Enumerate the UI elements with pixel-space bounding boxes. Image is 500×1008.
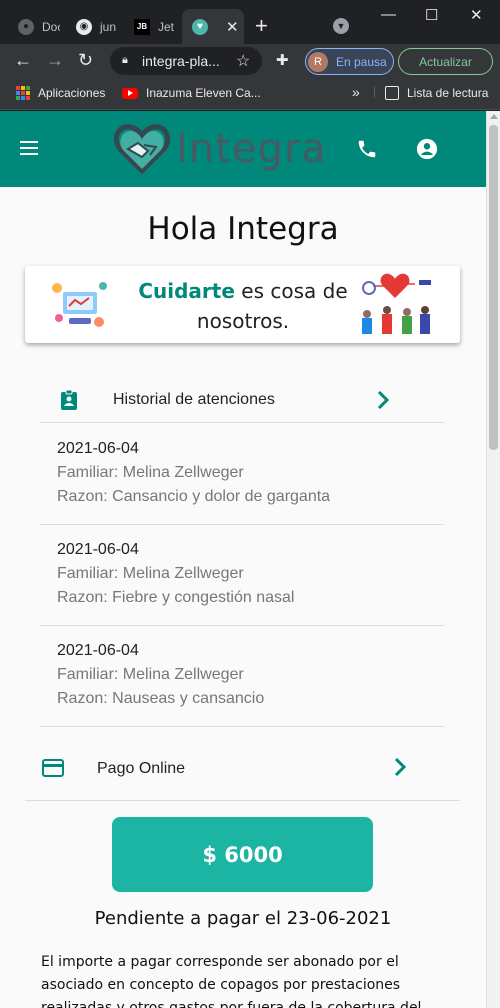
maximize-icon[interactable]: ☐ xyxy=(425,6,438,24)
forward-icon[interactable]: → xyxy=(46,50,64,70)
tab-search-icon[interactable]: ▼ xyxy=(333,18,349,34)
online-payment-row[interactable]: Pago Online xyxy=(25,746,460,801)
update-button[interactable]: Actualizar xyxy=(398,48,493,75)
healthcare-illustration-right xyxy=(362,273,431,334)
browser-tab-bar: ● Doc ◉ jun JB Jet ♥ ✕ + ▼ — ☐ ✕ xyxy=(0,0,500,44)
close-tab-icon[interactable]: ✕ xyxy=(226,18,239,36)
reading-list[interactable]: Lista de lectura xyxy=(385,86,488,100)
minimize-icon[interactable]: — xyxy=(381,6,396,23)
tab-github[interactable]: ◉ jun xyxy=(68,9,120,44)
lock-icon: 🔒︎ xyxy=(122,54,128,66)
tab-jetbrains[interactable]: JB Jet xyxy=(126,9,176,44)
close-window-icon[interactable]: ✕ xyxy=(470,6,483,24)
credit-card-icon xyxy=(42,759,64,777)
payment-disclaimer: El importe a pagar corresponde ser abona… xyxy=(41,954,422,1008)
more-bookmarks-chevron[interactable]: » xyxy=(352,84,360,100)
chevron-right-icon[interactable] xyxy=(376,389,390,411)
profile-button[interactable]: R En pausa xyxy=(305,48,394,75)
app-header: Integra xyxy=(0,111,486,187)
bookmark-apps[interactable]: Aplicaciones xyxy=(16,86,105,100)
history-item[interactable]: 2021-06-04 Familiar: Melina Zellweger Ra… xyxy=(40,424,444,525)
heart-handshake-icon xyxy=(114,124,170,175)
github-icon: ◉ xyxy=(76,18,92,35)
brand-logo[interactable]: Integra xyxy=(114,121,327,177)
history-item[interactable]: 2021-06-04 Familiar: Melina Zellweger Ra… xyxy=(40,626,444,727)
tab-docs[interactable]: ● Doc xyxy=(10,9,60,44)
chevron-right-icon[interactable] xyxy=(393,756,407,778)
browser-toolbar: ← → ↻ 🔒︎ integra-pla... ☆ ✚ R En pausa A… xyxy=(0,44,500,78)
page-viewport: Integra Hola Integra Cuidarte es cosa de… xyxy=(0,111,500,1008)
account-circle-icon[interactable] xyxy=(416,138,438,160)
payment-due-text: Pendiente a pagar el 23-06-2021 xyxy=(94,908,392,929)
pay-amount-button[interactable]: $ 6000 xyxy=(112,817,373,892)
jetbrains-icon: JB xyxy=(134,18,150,35)
promo-banner: Cuidarte es cosa de nosotros. xyxy=(25,266,460,343)
bookmarks-bar: Aplicaciones Inazuma Eleven Ca... » | Li… xyxy=(0,78,500,110)
history-header[interactable]: Historial de atenciones xyxy=(40,379,444,423)
avatar: R xyxy=(308,51,328,72)
page-scrollbar[interactable] xyxy=(486,111,500,1008)
bookmarks-divider: | xyxy=(373,84,377,98)
scroll-up-arrow-icon[interactable] xyxy=(490,114,498,119)
bookmark-star-icon[interactable]: ☆ xyxy=(236,51,250,71)
youtube-icon xyxy=(122,87,138,99)
clipboard-account-icon xyxy=(61,389,77,410)
bookmark-youtube[interactable]: Inazuma Eleven Ca... xyxy=(122,86,261,100)
history-item[interactable]: 2021-06-04 Familiar: Melina Zellweger Ra… xyxy=(40,525,444,626)
reload-icon[interactable]: ↻ xyxy=(78,50,93,70)
globe-icon: ● xyxy=(18,18,34,35)
healthcare-illustration-left xyxy=(52,282,107,327)
reading-list-icon xyxy=(385,86,399,100)
new-tab-icon[interactable]: + xyxy=(255,13,268,39)
apps-grid-icon xyxy=(16,86,30,100)
banner-slogan: Cuidarte es cosa de nosotros. xyxy=(138,279,348,333)
phone-icon[interactable] xyxy=(356,138,378,160)
extensions-puzzle-icon[interactable]: ✚ xyxy=(276,51,289,69)
tab-integra-active[interactable]: ♥ ✕ xyxy=(182,9,244,44)
hamburger-menu-icon[interactable] xyxy=(20,141,38,155)
integra-favicon-icon: ♥ xyxy=(192,18,208,35)
page-title: Hola Integra xyxy=(147,211,339,247)
back-icon[interactable]: ← xyxy=(14,50,32,70)
scroll-thumb[interactable] xyxy=(489,125,498,450)
